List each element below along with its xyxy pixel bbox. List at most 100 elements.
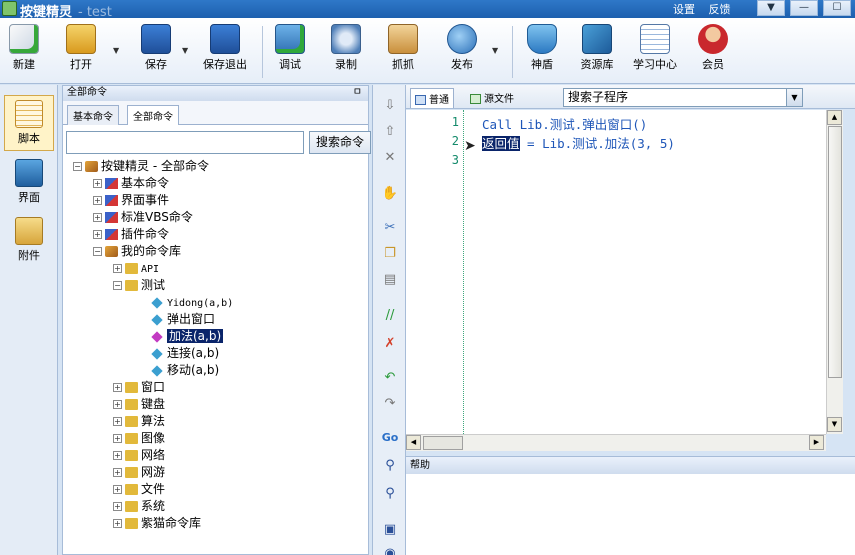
tree-item[interactable]: + 网络 xyxy=(113,447,165,464)
grab-button[interactable]: 抓抓 xyxy=(383,24,423,72)
save-dropdown-icon[interactable]: ▼ xyxy=(182,46,188,55)
cut-icon[interactable]: ✂ xyxy=(381,219,399,237)
tree-item-test[interactable]: − 测试 xyxy=(113,277,165,294)
tree-item[interactable]: + API xyxy=(113,260,159,277)
paste-icon[interactable]: ▤ xyxy=(381,271,399,289)
expand-icon[interactable]: + xyxy=(113,468,122,477)
tree-item[interactable]: + 界面事件 xyxy=(93,192,169,209)
tab-normal-view[interactable]: 普通 xyxy=(410,88,454,108)
resource-library-button[interactable]: 资源库 xyxy=(574,24,620,72)
delete-icon[interactable]: ✕ xyxy=(381,149,399,167)
goto-icon[interactable]: Go xyxy=(381,429,399,447)
pin-icon[interactable]: ㅁ xyxy=(353,86,362,100)
undo-icon[interactable]: ↶ xyxy=(381,369,399,387)
publish-dropdown-icon[interactable]: ▼ xyxy=(492,46,498,55)
horizontal-scrollbar[interactable]: ◀ ▶ xyxy=(406,434,826,451)
scroll-down-icon[interactable]: ▼ xyxy=(827,417,842,432)
scroll-up-icon[interactable]: ▲ xyxy=(827,110,842,125)
uncomment-icon[interactable]: ✗ xyxy=(381,335,399,353)
tab-basic-commands[interactable]: 基本命令 xyxy=(67,105,119,125)
expand-icon[interactable]: + xyxy=(113,451,122,460)
tree-item[interactable]: + 算法 xyxy=(113,413,165,430)
tree-item[interactable]: + 插件命令 xyxy=(93,226,169,243)
scroll-left-icon[interactable]: ◀ xyxy=(406,435,421,450)
expand-icon[interactable]: + xyxy=(93,213,102,222)
feedback-link[interactable]: 反馈 xyxy=(709,3,731,16)
expand-icon[interactable]: + xyxy=(113,502,122,511)
chevron-down-icon[interactable]: ▼ xyxy=(786,89,802,106)
tab-all-commands[interactable]: 全部命令 xyxy=(127,105,179,125)
code-line-2[interactable]: 返回值 = Lib.测试.加法(3, 5) xyxy=(482,133,675,152)
tree-leaf[interactable]: 弹出窗口 xyxy=(151,311,215,328)
member-button[interactable]: 会员 xyxy=(693,24,733,72)
tab-script[interactable]: 脚本 xyxy=(4,95,54,151)
tree-item[interactable]: + 基本命令 xyxy=(93,175,169,192)
replace-icon[interactable]: ⚲ xyxy=(381,485,399,503)
scroll-thumb[interactable] xyxy=(828,126,842,378)
subroutine-select[interactable]: 搜索子程序 ▼ xyxy=(563,88,803,107)
shield-button[interactable]: 神盾 xyxy=(522,24,562,72)
search-commands-button[interactable]: 搜索命令 xyxy=(309,131,371,154)
tree-leaf-selected[interactable]: 加法(a,b) xyxy=(151,328,224,345)
learning-center-button[interactable]: 学习中心 xyxy=(627,24,683,72)
grab-hand-icon xyxy=(388,24,418,54)
tree-leaf[interactable]: 移动(a,b) xyxy=(151,362,219,379)
expand-icon[interactable]: + xyxy=(113,400,122,409)
expand-icon[interactable]: + xyxy=(113,519,122,528)
tree-item[interactable]: + 图像 xyxy=(113,430,165,447)
tree-root[interactable]: − 按键精灵 - 全部命令 xyxy=(73,158,209,175)
record-button[interactable]: 录制 xyxy=(326,24,366,72)
open-dropdown-icon[interactable]: ▼ xyxy=(113,46,119,55)
expand-icon[interactable]: + xyxy=(93,196,102,205)
tree-item[interactable]: + 网游 xyxy=(113,464,165,481)
tree-item[interactable]: + 键盘 xyxy=(113,396,165,413)
collapse-icon[interactable]: − xyxy=(93,247,102,256)
tree-item[interactable]: + 系统 xyxy=(113,498,165,515)
hand-icon[interactable]: ✋ xyxy=(381,185,399,203)
code-line-1[interactable]: Call Lib.测试.弹出窗口() xyxy=(482,114,647,133)
search-input[interactable] xyxy=(66,131,304,154)
settings-link[interactable]: 设置 xyxy=(673,3,695,16)
tree-item[interactable]: + 窗口 xyxy=(113,379,165,396)
tree-item[interactable]: + 文件 xyxy=(113,481,165,498)
code-editor[interactable]: 1 2 3 Call Lib.测试.弹出窗口() 返回值 = Lib.测试.加法… xyxy=(406,110,826,434)
minimize-button[interactable]: — xyxy=(790,0,818,16)
tree-leaf[interactable]: Yidong(a,b) xyxy=(151,294,233,311)
format-icon[interactable]: ▣ xyxy=(381,521,399,539)
find-icon[interactable]: ⚲ xyxy=(381,457,399,475)
menu-dropdown-button[interactable]: ▼ xyxy=(757,0,785,16)
publish-button[interactable]: 发布 xyxy=(442,24,482,72)
maximize-button[interactable]: ☐ xyxy=(823,0,851,16)
tab-attachment[interactable]: 附件 xyxy=(4,213,54,269)
tree-leaf[interactable]: 连接(a,b) xyxy=(151,345,219,362)
expand-icon[interactable]: + xyxy=(113,417,122,426)
comment-icon[interactable]: // xyxy=(381,307,399,325)
expand-icon[interactable]: + xyxy=(113,485,122,494)
debug-button[interactable]: 调试 xyxy=(270,24,310,72)
collapse-icon[interactable]: − xyxy=(73,162,82,171)
save-exit-button[interactable]: 保存退出 xyxy=(196,24,254,72)
scroll-thumb[interactable] xyxy=(423,436,463,450)
tree-item-my-library[interactable]: − 我的命令库 xyxy=(93,243,181,260)
vertical-scrollbar[interactable]: ▲ ▼ xyxy=(826,110,843,434)
scroll-right-icon[interactable]: ▶ xyxy=(809,435,824,450)
tab-interface[interactable]: 界面 xyxy=(4,155,54,211)
save-button[interactable]: 保存 xyxy=(137,24,175,72)
tree-item[interactable]: + 标准VBS命令 xyxy=(93,209,193,226)
view-icon[interactable]: ◉ xyxy=(381,545,399,555)
expand-icon[interactable]: + xyxy=(113,383,122,392)
collapse-icon[interactable]: − xyxy=(113,281,122,290)
expand-icon[interactable]: + xyxy=(113,434,122,443)
expand-icon[interactable]: + xyxy=(113,264,122,273)
save-disk-icon xyxy=(141,24,171,54)
new-button[interactable]: 新建 xyxy=(6,24,42,72)
move-up-icon[interactable]: ⇧ xyxy=(381,123,399,141)
expand-icon[interactable]: + xyxy=(93,230,102,239)
open-button[interactable]: 打开 xyxy=(58,24,104,72)
tab-source-file[interactable]: 源文件 xyxy=(466,88,518,108)
redo-icon[interactable]: ↷ xyxy=(381,395,399,413)
tree-item[interactable]: + 紫猫命令库 xyxy=(113,515,201,532)
move-down-icon[interactable]: ⇩ xyxy=(381,97,399,115)
expand-icon[interactable]: + xyxy=(93,179,102,188)
copy-icon[interactable]: ❐ xyxy=(381,245,399,263)
